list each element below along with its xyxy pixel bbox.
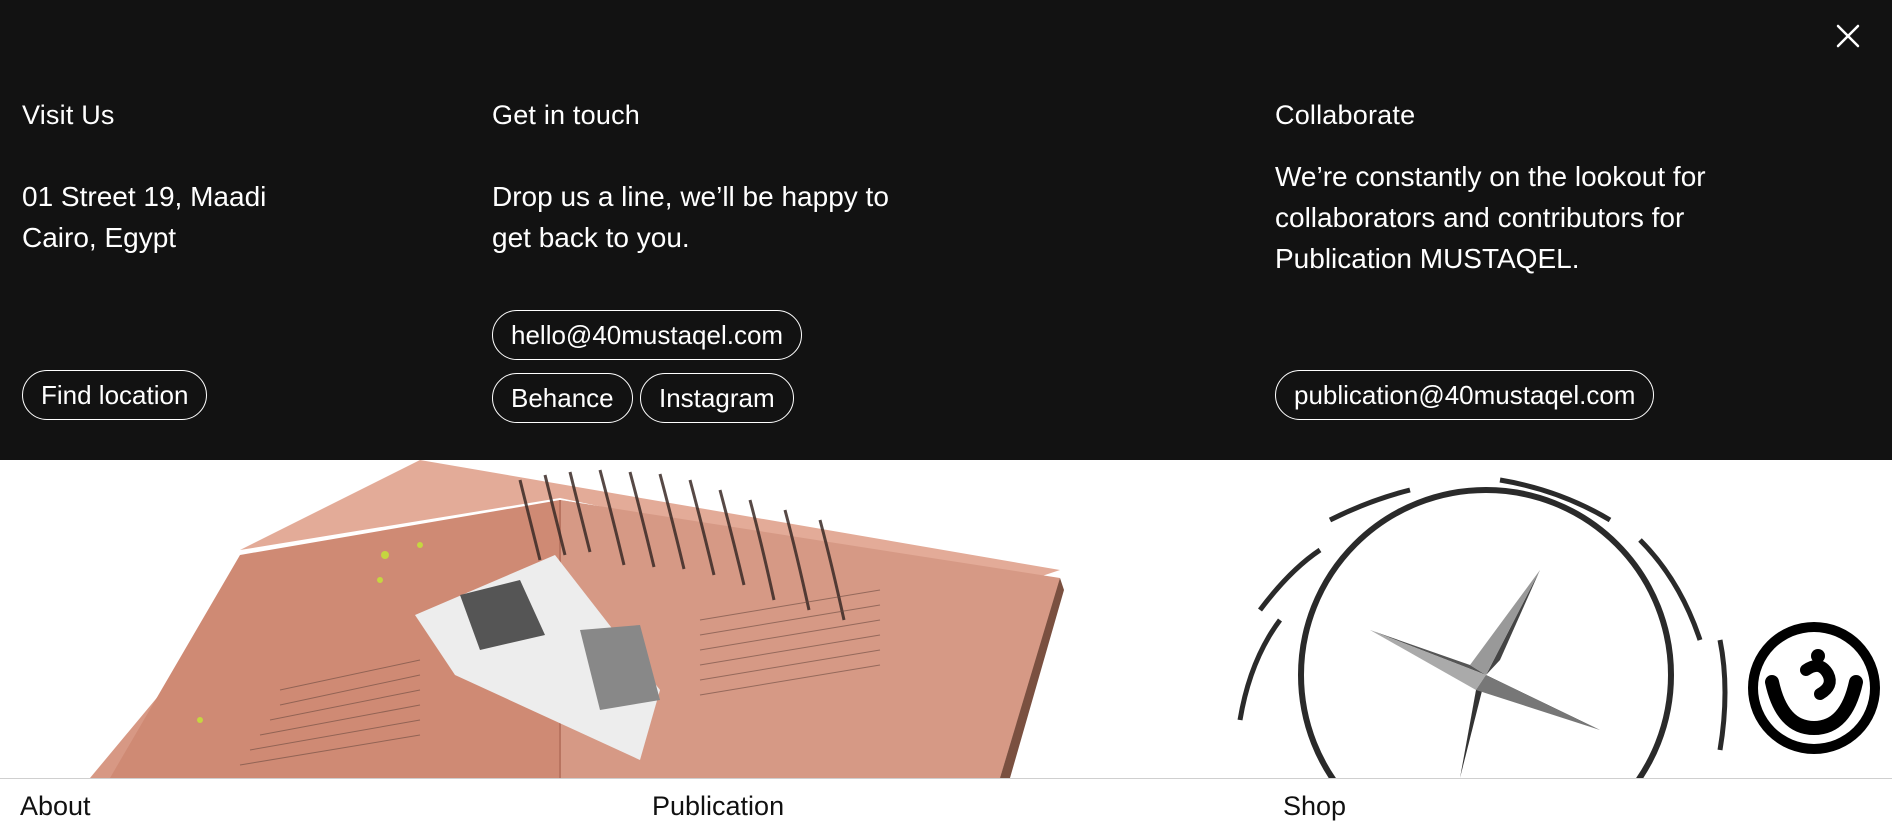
find-location-button[interactable]: Find location xyxy=(22,370,208,420)
hello-email-button[interactable]: hello@40mustaqel.com xyxy=(492,310,803,360)
visit-us-heading: Visit Us xyxy=(22,100,115,130)
instagram-button[interactable]: Instagram xyxy=(640,373,794,423)
address-text: 01 Street 19, Maadi Cairo, Egypt xyxy=(22,181,267,253)
mustaqel-logo-icon[interactable] xyxy=(1746,620,1882,756)
nav-about-link[interactable]: About xyxy=(20,791,91,822)
close-icon[interactable] xyxy=(1832,20,1864,52)
bottom-nav: About Publication Shop xyxy=(0,778,1892,827)
behance-button[interactable]: Behance xyxy=(492,373,633,423)
nav-publication-link[interactable]: Publication xyxy=(652,791,784,822)
nav-shop-link[interactable]: Shop xyxy=(1283,791,1346,822)
publication-email-button[interactable]: publication@40mustaqel.com xyxy=(1275,370,1655,420)
collaborate-text: We’re constantly on the lookout for coll… xyxy=(1275,161,1706,274)
collaborate-heading: Collaborate xyxy=(1275,100,1416,130)
seal-image xyxy=(1237,477,1728,778)
close-button[interactable] xyxy=(1832,20,1864,52)
get-in-touch-text: Drop us a line, we’ll be happy to get ba… xyxy=(492,181,889,253)
logo-badge[interactable] xyxy=(1746,620,1882,756)
image-strip xyxy=(0,460,1892,778)
get-in-touch-heading: Get in touch xyxy=(492,100,640,130)
contact-overlay: Visit Us 01 Street 19, Maadi Cairo, Egyp… xyxy=(0,0,1892,460)
